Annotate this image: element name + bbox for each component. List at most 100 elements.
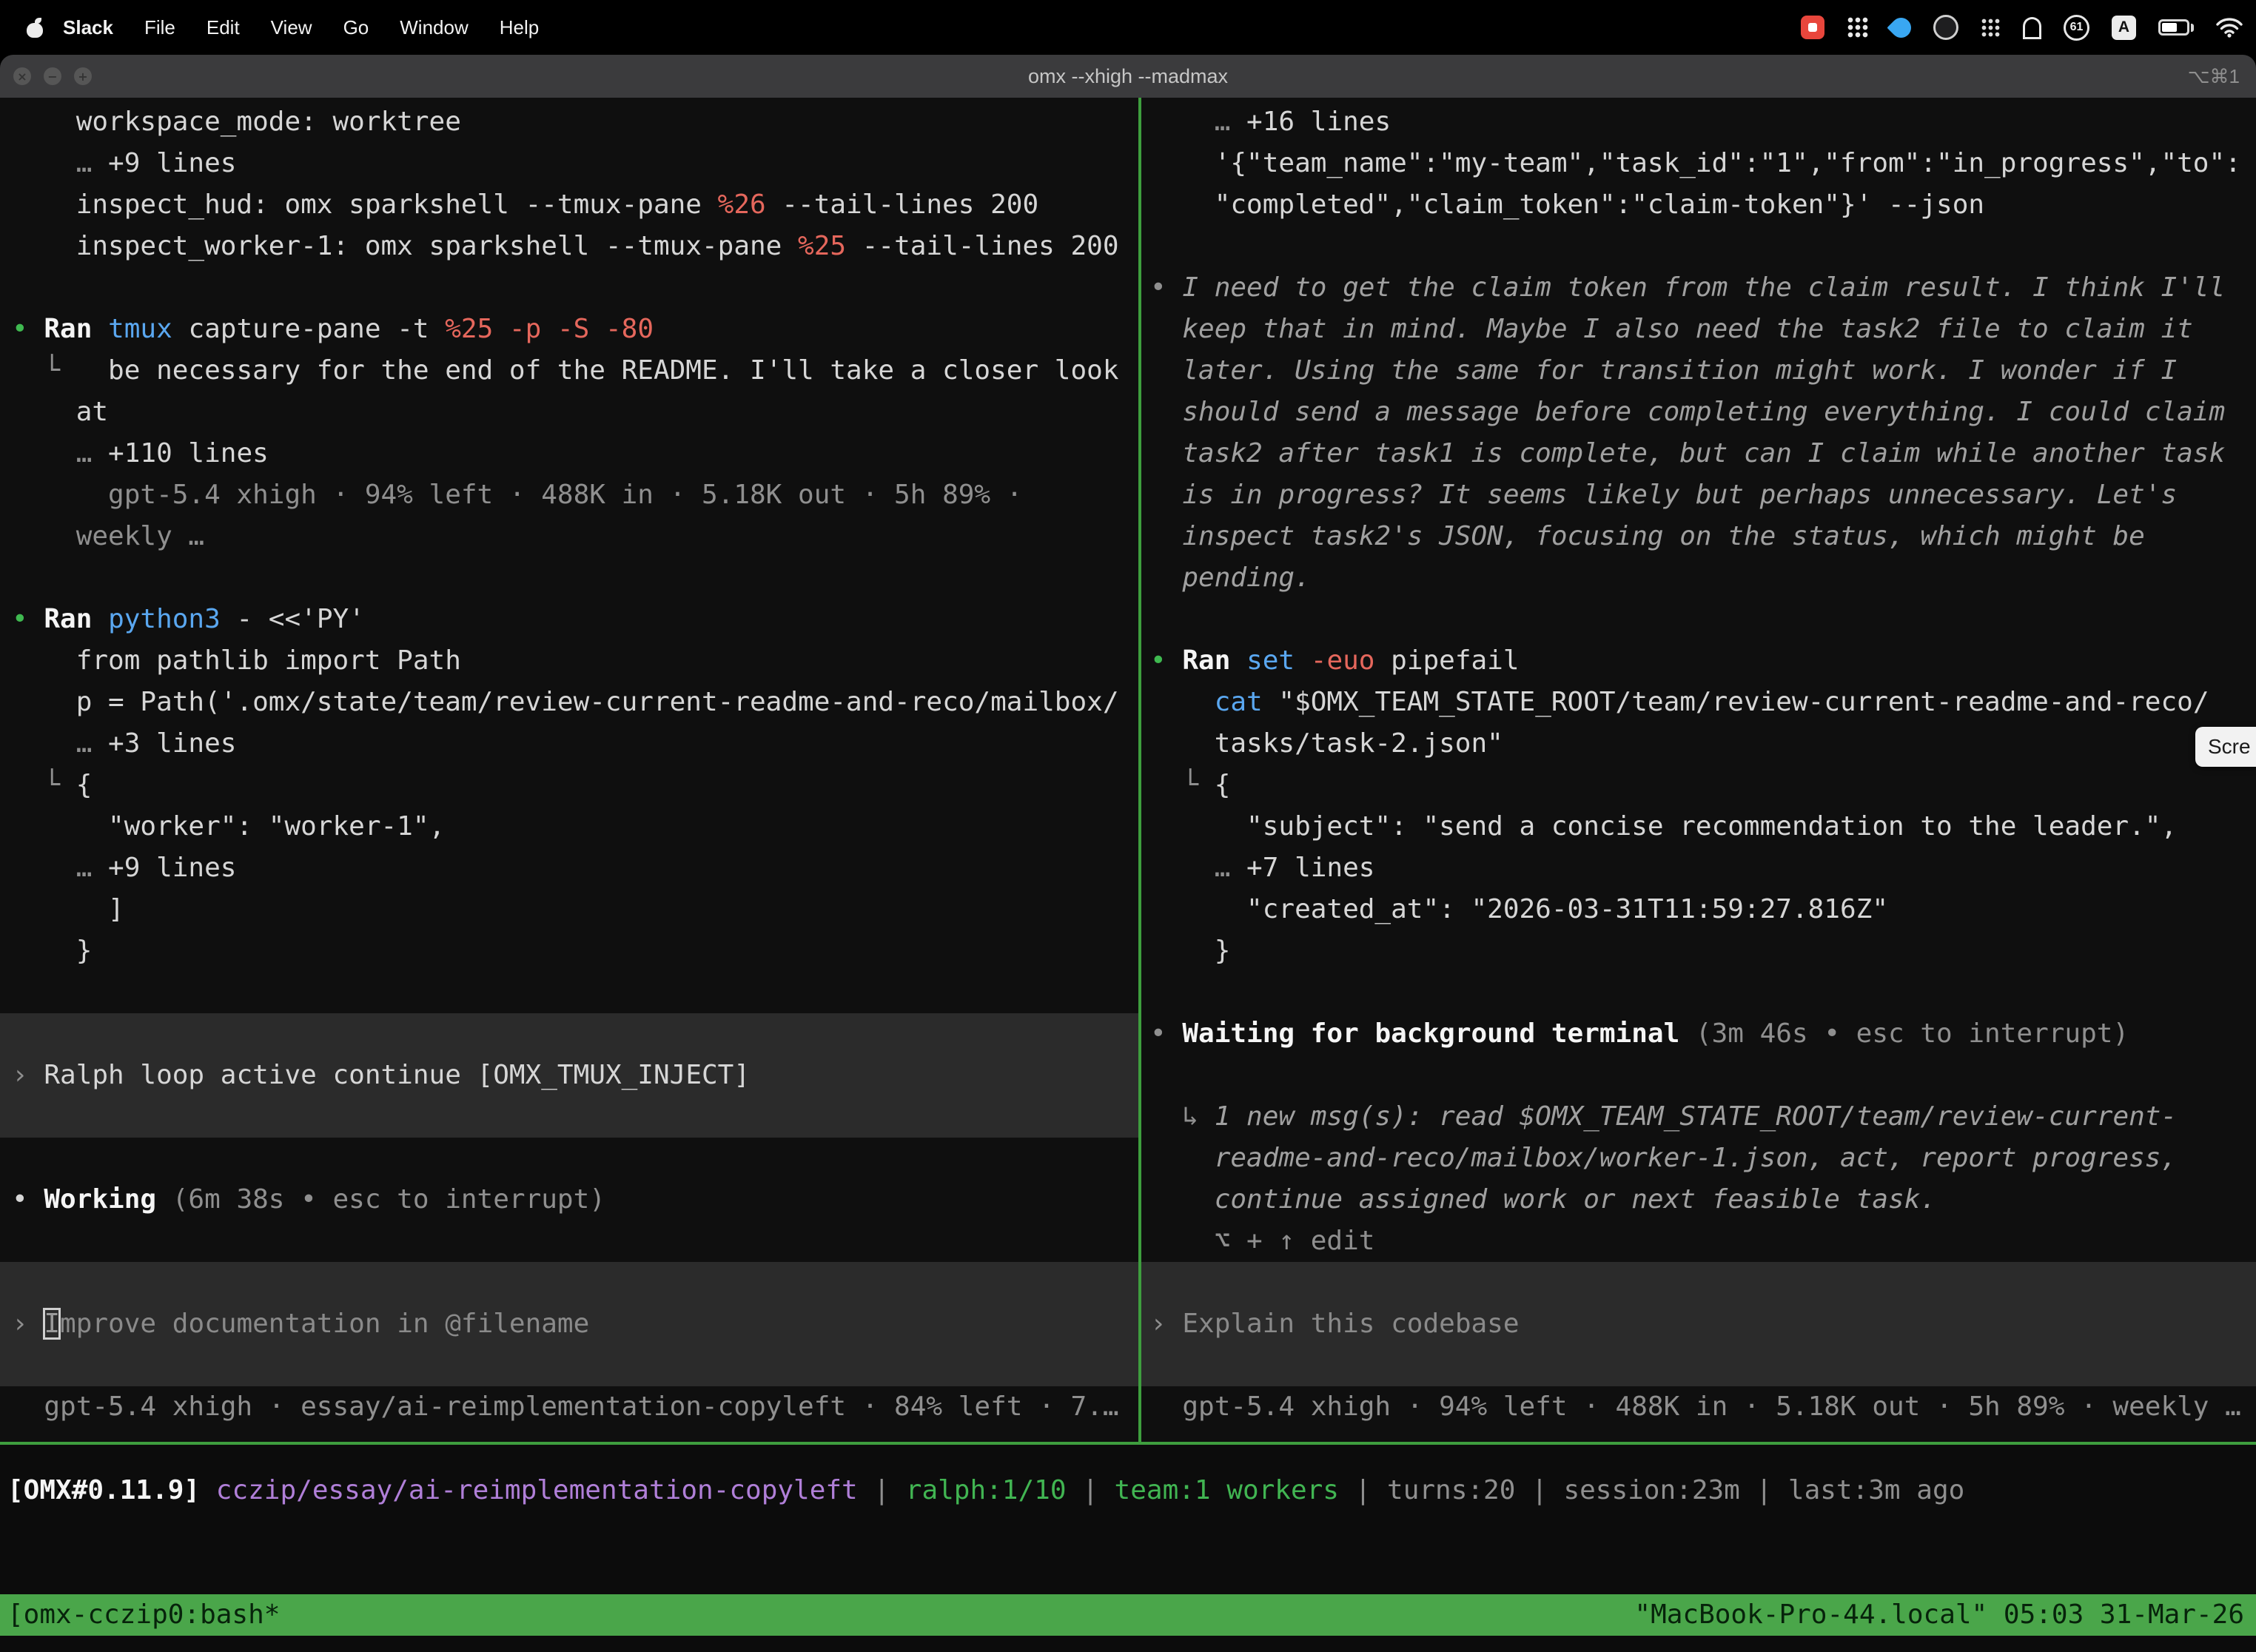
text-segment: +9 lines (108, 853, 236, 883)
text-segment: gpt-5.4 xhigh · essay/ai-reimplementatio… (12, 1391, 1119, 1422)
text-segment: | (1740, 1475, 1788, 1505)
text-segment: inspect_hud: omx sparkshell --tmux-pane (12, 189, 718, 220)
text-segment: └ (1150, 770, 1215, 800)
menu-bar-status-icons: 61 A (1801, 11, 2243, 44)
apple-menu[interactable] (25, 18, 47, 38)
menu-window[interactable]: Window (384, 16, 483, 38)
text-segment: - <<'PY' (221, 604, 365, 634)
text-segment: └ (12, 770, 76, 800)
terminal-line: "created_at": "2026-03-31T11:59:27.816Z" (1141, 889, 2256, 930)
text-segment: cat (1215, 687, 1279, 717)
text-segment: } (12, 936, 92, 966)
wifi-icon[interactable] (2216, 11, 2243, 44)
text-segment: | (1515, 1475, 1563, 1505)
ghost-icon[interactable] (2023, 17, 2041, 38)
terminal-line (1141, 1345, 2256, 1386)
terminal-line (0, 1345, 1138, 1386)
text-segment: Ran (44, 604, 108, 634)
text-segment: ↳ (1150, 1101, 1215, 1132)
terminal-line: • Ran set -euo pipefail (1141, 640, 2256, 682)
waiting-status-row: • Waiting for background terminal (3m 46… (1141, 1013, 2256, 1055)
terminal-line (1141, 1262, 2256, 1303)
text-segment: • (12, 314, 44, 344)
tmux-pane-left[interactable]: workspace_mode: worktree … +9 lines insp… (0, 98, 1138, 1442)
tmux-status-bar: [omx-cczip0:bash* "MacBook-Pro-44.local"… (0, 1594, 2256, 1636)
text-segment: -80 (605, 314, 654, 344)
terminal-line: • Ran tmux capture-pane -t %25 -p -S -80 (0, 309, 1138, 350)
text-segment: at (12, 397, 108, 427)
text-segment: '{"team_name":"my-team","task_id":"1","f… (1150, 148, 2241, 178)
text-segment: team:1 workers (1115, 1475, 1339, 1505)
text-segment: ] (12, 894, 124, 924)
window-shortcut-hint: ⌥⌘1 (2188, 65, 2240, 88)
terminal-line: … +9 lines (0, 143, 1138, 184)
grid-icon[interactable] (1847, 16, 1869, 38)
text-segment: p = Path('.omx/state/team/review-current… (12, 687, 1119, 717)
text-segment: | (1339, 1475, 1387, 1505)
text-segment: I (44, 1309, 60, 1339)
menu-help[interactable]: Help (484, 16, 554, 38)
text-segment: ralph:1/10 (906, 1475, 1067, 1505)
dark-app-icon[interactable] (1933, 15, 1958, 40)
menu-file[interactable]: File (129, 16, 191, 38)
text-segment (1150, 687, 1215, 717)
terminal-line: continue assigned work or next feasible … (1141, 1179, 2256, 1220)
text-segment: { (1215, 770, 1231, 800)
text-segment: "subject": "send a concise recommendatio… (1150, 811, 2177, 842)
terminal-line: cat "$OMX_TEAM_STATE_ROOT/team/review-cu… (1141, 682, 2256, 723)
right-pane-lines: … +16 lines '{"team_name":"my-team","tas… (1141, 98, 2256, 1428)
prompt-input-right[interactable]: › Explain this codebase (1141, 1303, 2256, 1345)
terminal-line: ] (0, 889, 1138, 930)
window-titlebar[interactable]: × − + omx --xhigh --madmax ⌥⌘1 (0, 55, 2256, 98)
text-segment: ⌥ + ↑ edit (1150, 1226, 1374, 1256)
text-segment: capture-pane -t (188, 314, 445, 344)
battery-icon[interactable] (2158, 11, 2194, 44)
window-title: omx --xhigh --madmax (0, 65, 2256, 88)
terminal-line: … +9 lines (0, 847, 1138, 889)
text-segment: "worker": "worker-1", (12, 811, 445, 842)
menu-bar: Slack FileEditViewGoWindowHelp 61 A (0, 0, 2256, 55)
terminal-line: inspect task2's JSON, focusing on the st… (1141, 516, 2256, 557)
working-status-row: • Working (6m 38s • esc to interrupt) (0, 1179, 1138, 1220)
tmux-pane-right[interactable]: … +16 lines '{"team_name":"my-team","tas… (1141, 98, 2256, 1442)
input-source-icon[interactable]: A (2112, 16, 2136, 40)
text-segment: +16 lines (1246, 107, 1391, 137)
menu-edit[interactable]: Edit (191, 16, 255, 38)
text-segment: tmux (108, 314, 188, 344)
terminal-line (0, 1013, 1138, 1055)
tmux-session: workspace_mode: worktree … +9 lines insp… (0, 98, 2256, 1652)
text-segment: +7 lines (1246, 853, 1374, 883)
text-segment: inspect task2's JSON, focusing on the st… (1150, 521, 2145, 551)
terminal-line (0, 557, 1138, 599)
terminal-line: gpt-5.4 xhigh · 94% left · 488K in · 5.1… (0, 474, 1138, 516)
text-segment: continue assigned work or next feasible … (1150, 1184, 1936, 1215)
text-segment: "created_at": "2026-03-31T11:59:27.816Z" (1150, 894, 1888, 924)
terminal-line: "worker": "worker-1", (0, 806, 1138, 847)
text-segment: Waiting for background terminal (1182, 1018, 1696, 1049)
terminal-line: └ { (1141, 765, 2256, 806)
text-segment: • (12, 1184, 44, 1215)
text-segment: -S (557, 314, 605, 344)
text-segment (200, 1475, 216, 1505)
blue-app-icon[interactable] (1887, 13, 1915, 41)
menu-app-name[interactable]: Slack (47, 16, 129, 39)
tmux-host-clock: "MacBook-Pro-44.local" 05:03 31-Mar-26 (1634, 1594, 2244, 1636)
menu-view[interactable]: View (255, 16, 328, 38)
terminal-line: p = Path('.omx/state/team/review-current… (0, 682, 1138, 723)
menu-go[interactable]: Go (328, 16, 385, 38)
text-segment: last:3m ago (1788, 1475, 1964, 1505)
text-segment: later. Using the same for transition mig… (1150, 355, 2177, 386)
screenshot-thumbnail-tooltip[interactable]: Scre (2195, 727, 2256, 767)
battery-percent-badge[interactable]: 61 (2064, 15, 2089, 41)
terminal-line: "subject": "send a concise recommendatio… (1141, 806, 2256, 847)
terminal-line: • Ran python3 - <<'PY' (0, 599, 1138, 640)
text-segment: └ (12, 355, 108, 386)
prompt-input-left[interactable]: › Improve documentation in @filename (0, 1303, 1138, 1345)
text-segment: gpt-5.4 xhigh · 94% left · 488K in · 5.1… (12, 480, 1022, 510)
screen-recording-stop-icon[interactable] (1801, 16, 1824, 39)
dots-grid-icon[interactable] (1981, 17, 2001, 38)
battery-tip (2191, 24, 2194, 32)
text-segment: Ran (1182, 645, 1246, 676)
text-segment: -p (509, 314, 557, 344)
text-segment: … (1150, 853, 1246, 883)
